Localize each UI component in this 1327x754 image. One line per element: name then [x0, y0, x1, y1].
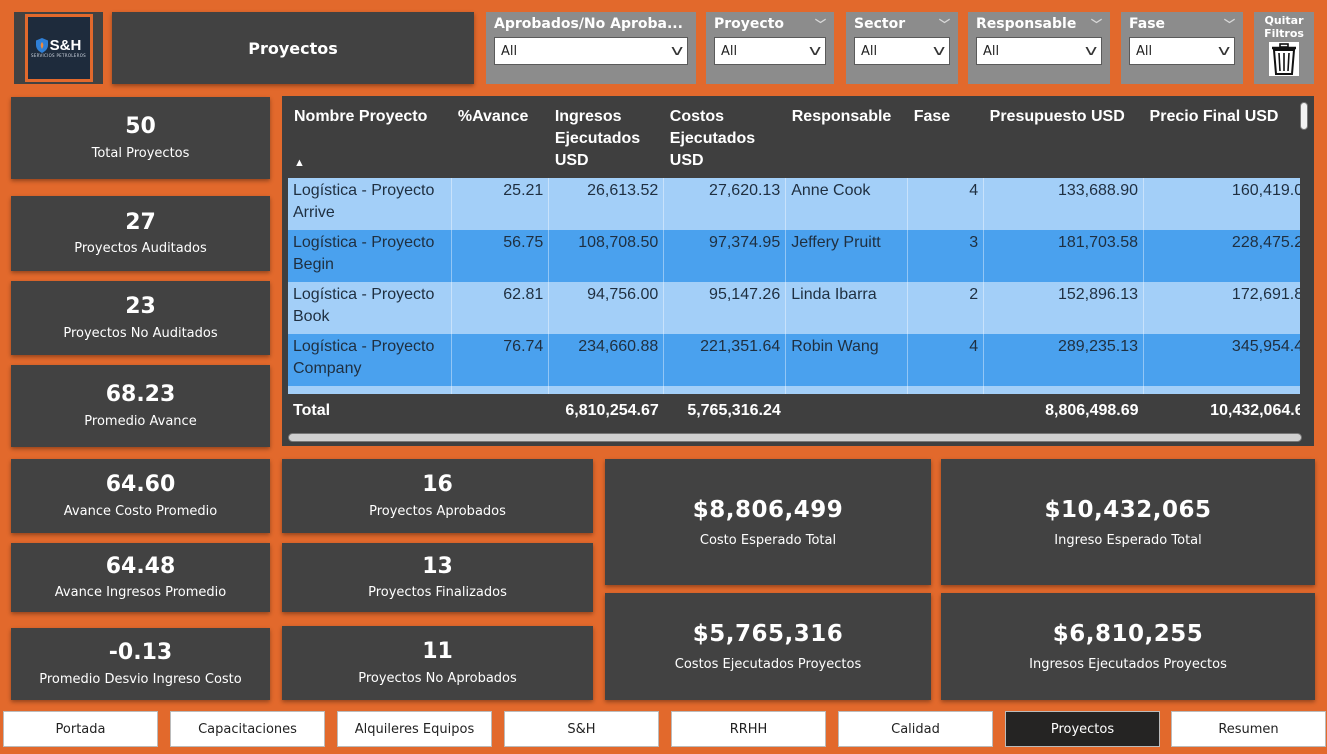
nav-calidad[interactable]: Calidad — [838, 711, 993, 747]
projects-table[interactable]: Nombre Proyecto ▲ %Avance Ingresos Ejecu… — [282, 96, 1314, 446]
slicer-responsable[interactable]: Responsable ﹀ All v — [968, 12, 1110, 84]
kpi-proyectos-auditados: 27 Proyectos Auditados — [11, 196, 270, 271]
chevron-down-icon: v — [1084, 43, 1098, 59]
projects-grid: Nombre Proyecto ▲ %Avance Ingresos Ejecu… — [288, 100, 1300, 428]
slicer-sector-dropdown[interactable]: All v — [854, 37, 950, 65]
trash-icon — [1269, 42, 1299, 76]
slicer-fase-dropdown[interactable]: All v — [1129, 37, 1235, 65]
kpi-proyectos-aprobados: 16 Proyectos Aprobados — [282, 459, 593, 533]
logo-panel: S&H SERVICIOS PETROLEROS — [14, 12, 103, 84]
company-logo: S&H SERVICIOS PETROLEROS — [24, 14, 93, 82]
nav-resumen[interactable]: Resumen — [1171, 711, 1326, 747]
table-row[interactable]: Logística - Proyecto Begin 56.75 108,708… — [288, 230, 1300, 282]
page-title: Proyectos — [112, 12, 474, 84]
table-row-partial — [288, 386, 1300, 394]
col-header-responsable[interactable]: Responsable — [786, 100, 908, 178]
vertical-scrollbar[interactable] — [1300, 102, 1308, 130]
kpi-proyectos-no-auditados: 23 Proyectos No Auditados — [11, 281, 270, 355]
kpi-ingreso-esperado: $10,432,065 Ingreso Esperado Total — [941, 459, 1315, 585]
kpi-total-proyectos: 50 Total Proyectos — [11, 97, 270, 179]
kpi-avance-ingresos: 64.48 Avance Ingresos Promedio — [11, 543, 270, 612]
chevron-down-icon[interactable]: ﹀ — [1091, 16, 1102, 32]
sort-ascending-icon: ▲ — [294, 157, 305, 169]
chevron-down-icon: v — [932, 43, 946, 59]
chevron-down-icon[interactable]: ﹀ — [939, 16, 950, 32]
clear-filters-button[interactable]: Quitar Filtros — [1254, 12, 1314, 84]
col-header-avance[interactable]: %Avance — [452, 100, 549, 178]
chevron-down-icon[interactable]: ﹀ — [815, 16, 826, 32]
col-header-nombre[interactable]: Nombre Proyecto ▲ — [288, 100, 452, 178]
kpi-desvio-ingreso-costo: -0.13 Promedio Desvio Ingreso Costo — [11, 628, 270, 700]
table-row[interactable]: Logística - Proyecto Company 76.74 234,6… — [288, 334, 1300, 386]
shield-icon — [35, 38, 48, 54]
kpi-avance-costo: 64.60 Avance Costo Promedio — [11, 459, 270, 533]
col-header-ingresos[interactable]: Ingresos Ejecutados USD — [549, 100, 664, 178]
slicer-responsable-dropdown[interactable]: All v — [976, 37, 1102, 65]
kpi-proyectos-no-aprobados: 11 Proyectos No Aprobados — [282, 626, 593, 700]
horizontal-scrollbar[interactable] — [288, 433, 1302, 442]
nav-proyectos[interactable]: Proyectos — [1005, 711, 1160, 747]
kpi-costos-ejecutados: $5,765,316 Costos Ejecutados Proyectos — [605, 593, 931, 700]
table-row[interactable]: Logística - Proyecto Arrive 25.21 26,613… — [288, 178, 1300, 230]
nav-capacitaciones[interactable]: Capacitaciones — [170, 711, 325, 747]
kpi-promedio-avance: 68.23 Promedio Avance — [11, 365, 270, 447]
chevron-down-icon: v — [1217, 43, 1231, 59]
table-row[interactable]: Logística - Proyecto Book 62.81 94,756.0… — [288, 282, 1300, 334]
nav-rrhh[interactable]: RRHH — [671, 711, 826, 747]
col-header-presupuesto[interactable]: Presupuesto USD — [984, 100, 1144, 178]
chevron-down-icon: v — [808, 43, 822, 59]
page-navigation: Portada Capacitaciones Alquileres Equipo… — [3, 711, 1327, 747]
slicer-proyecto-dropdown[interactable]: All v — [714, 37, 826, 65]
nav-alquileres-equipos[interactable]: Alquileres Equipos — [337, 711, 492, 747]
chevron-down-icon[interactable]: ﹀ — [1224, 16, 1235, 32]
slicer-fase[interactable]: Fase ﹀ All v — [1121, 12, 1243, 84]
nav-portada[interactable]: Portada — [3, 711, 158, 747]
slicer-sector[interactable]: Sector ﹀ All v — [846, 12, 958, 84]
nav-sh[interactable]: S&H — [504, 711, 659, 747]
kpi-proyectos-finalizados: 13 Proyectos Finalizados — [282, 543, 593, 612]
chevron-down-icon: v — [670, 43, 684, 59]
kpi-costo-esperado: $8,806,499 Costo Esperado Total — [605, 459, 931, 585]
table-header-row: Nombre Proyecto ▲ %Avance Ingresos Ejecu… — [288, 100, 1300, 178]
col-header-fase[interactable]: Fase — [908, 100, 984, 178]
slicer-aprobados[interactable]: Aprobados/No Aproba...﹀ Allv — [486, 12, 696, 84]
slicer-aprobados-dropdown[interactable]: All v — [494, 37, 688, 65]
col-header-precio-final[interactable]: Precio Final USD — [1144, 100, 1300, 178]
table-total-row: Total 6,810,254.67 5,765,316.24 8,806,49… — [288, 394, 1300, 428]
col-header-costos[interactable]: Costos Ejecutados USD — [664, 100, 786, 178]
slicer-proyecto[interactable]: Proyecto ﹀ All v — [706, 12, 834, 84]
kpi-ingresos-ejecutados: $6,810,255 Ingresos Ejecutados Proyectos — [941, 593, 1315, 700]
